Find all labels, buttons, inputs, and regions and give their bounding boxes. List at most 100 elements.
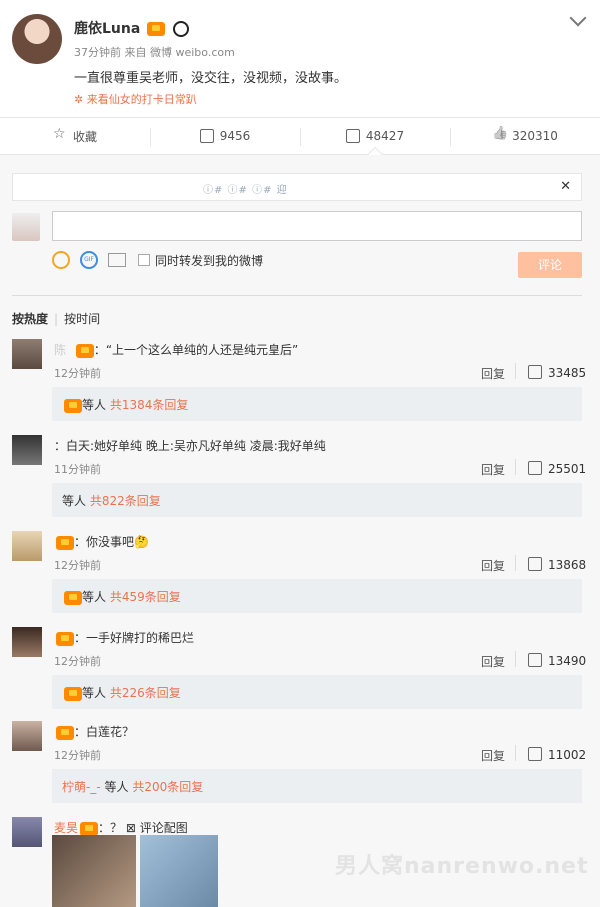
post-text: 一直很尊重吴老师，没交往，没视频，没故事。 [74, 71, 348, 86]
sub-reply-count[interactable]: 共1384条回复 [110, 398, 189, 412]
forward-label: 同时转发到我的微博 [155, 253, 264, 268]
comment-like-button[interactable]: 13490 [528, 653, 586, 668]
vip-crown-icon [64, 590, 82, 605]
composer-tools: GIF 同时转发到我的微博 [52, 251, 263, 269]
commenter-avatar[interactable] [12, 435, 42, 465]
sort-by-hot[interactable]: 按热度 [12, 312, 48, 326]
commenter-avatar[interactable] [12, 721, 42, 751]
post-meta: 37分钟前 来自 微博 weibo.com [74, 46, 235, 59]
vip-crown-icon [56, 725, 74, 740]
weibo-post: 鹿依Luna 37分钟前 来自 微博 weibo.com 一直很尊重吴老师，没交… [0, 0, 600, 117]
share-count: 9456 [219, 129, 251, 143]
like-count: 320310 [512, 129, 558, 143]
commenter-avatar[interactable] [12, 627, 42, 657]
comment-like-button[interactable]: 11002 [528, 747, 586, 762]
comment-input[interactable] [52, 211, 582, 241]
comment-content: ：一手好牌打的稀巴烂 [54, 629, 194, 646]
sub-reply-count[interactable]: 共459条回复 [110, 590, 181, 604]
vip-crown-icon [56, 631, 74, 646]
share-button[interactable]: 9456 [150, 118, 300, 154]
commenter-name[interactable]: 麦昊 [54, 821, 78, 835]
sub-replies[interactable]: 等人 共459条回复 [52, 579, 582, 613]
author-name[interactable]: 鹿依Luna [74, 18, 190, 38]
watermark: 男人窝nanrenwo.net [335, 854, 589, 879]
submit-comment-button[interactable]: 评论 [518, 252, 582, 278]
comment-time: 12分钟前 [54, 367, 101, 380]
my-avatar [12, 213, 40, 241]
emoji-icon[interactable] [52, 251, 70, 269]
comment-text: ：？ ⊠ 评论配图 [98, 821, 188, 835]
reply-button[interactable]: 回复 [481, 461, 505, 478]
comment-count: 48427 [365, 129, 405, 143]
sub-reply-text: 等人 [82, 686, 107, 700]
sub-replies[interactable]: 等人 共226条回复 [52, 675, 582, 709]
comment-content: ：白莲花？ [54, 723, 134, 740]
commenter-name[interactable]: 陈 [54, 343, 74, 357]
vip-crown-icon [56, 535, 74, 550]
post-topic-link[interactable]: ✲ 来看仙女的打卡日常趴 [74, 91, 197, 107]
reply-button[interactable]: 回复 [481, 557, 505, 574]
comment-time: 12分钟前 [54, 749, 101, 762]
comment-text: ：白莲花？ [74, 725, 135, 739]
close-icon[interactable]: ✕ [560, 179, 571, 194]
sub-reply-text: 等人 [82, 398, 107, 412]
author-name-text[interactable]: 鹿依Luna [74, 21, 140, 37]
vip-crown-icon [64, 398, 82, 413]
sub-reply-count[interactable]: 共200条回复 [132, 780, 203, 794]
commenter-avatar[interactable] [12, 817, 42, 847]
comment-image[interactable] [52, 835, 136, 907]
gif-icon[interactable]: GIF [80, 251, 98, 269]
comment-text: ：一手好牌打的稀巴烂 [74, 631, 195, 645]
sort-by-time[interactable]: 按时间 [64, 312, 100, 326]
comment-time: 12分钟前 [54, 559, 101, 572]
vip-crown-icon [64, 686, 82, 701]
vip-crown-icon [80, 821, 99, 836]
notice-text: ⓘ# ⓘ# ⓘ# 迎 [203, 185, 288, 196]
image-icon[interactable] [108, 253, 126, 267]
sub-replies[interactable]: 等人 共822条回复 [52, 483, 582, 517]
comment-text: ：“上一个这么单纯的人还是纯元皇后” [93, 343, 299, 357]
comment-like-button[interactable]: 33485 [528, 365, 586, 380]
sub-reply-text: 等人 [82, 590, 107, 604]
sub-reply-count[interactable]: 共226条回复 [110, 686, 181, 700]
comment-like-button[interactable]: 25501 [528, 461, 586, 476]
share-icon [199, 129, 214, 143]
comment-section: ⓘ# ⓘ# ⓘ# 迎 ✕ GIF 同时转发到我的微博 评论 按热度 | 按时间 陈 … [0, 155, 600, 907]
comment-content: ：白天:她好单纯 晚上:吴亦凡好单纯 凌晨:我好单纯 [54, 437, 326, 454]
comment-content: 麦昊 ：？ ⊠ 评论配图 [54, 819, 188, 836]
comment-time: 12分钟前 [54, 655, 101, 668]
sub-reply-names[interactable]: 柠萌-_- [62, 780, 101, 794]
comment-button[interactable]: 48427 [300, 118, 450, 154]
sub-reply-text: 等人 [104, 780, 129, 794]
comment-images[interactable] [52, 835, 218, 907]
favorite-label: 收藏 [72, 129, 97, 144]
comment-content: 陈 ：“上一个这么单纯的人还是纯元皇后” [54, 341, 298, 358]
comment-text: ：白天:她好单纯 晚上:吴亦凡好单纯 凌晨:我好单纯 [54, 439, 326, 453]
reply-button[interactable]: 回复 [481, 365, 505, 382]
favorite-button[interactable]: 收藏 [0, 118, 150, 154]
post-actions: 收藏 9456 48427 320310 [0, 117, 600, 155]
chevron-down-icon[interactable] [569, 9, 587, 27]
sub-reply-count[interactable]: 共822条回复 [90, 494, 161, 508]
star-icon [53, 126, 67, 143]
reply-button[interactable]: 回复 [481, 747, 505, 764]
reply-button[interactable]: 回复 [481, 653, 505, 670]
comment-content: ：你没事吧🤔 [54, 533, 149, 550]
thumbs-up-icon [492, 129, 506, 143]
commenter-avatar[interactable] [12, 339, 42, 369]
author-avatar[interactable] [12, 14, 62, 64]
sub-replies[interactable]: 柠萌-_- 等人 共200条回复 [52, 769, 582, 803]
sub-replies[interactable]: 等人 共1384条回复 [52, 387, 582, 421]
comment-icon [345, 129, 360, 143]
comment-text: ：你没事吧🤔 [74, 535, 149, 549]
commenter-avatar[interactable] [12, 531, 42, 561]
comment-image[interactable] [140, 835, 218, 907]
forward-checkbox[interactable] [138, 254, 150, 266]
sort-tabs: 按热度 | 按时间 [12, 312, 101, 326]
divider [12, 295, 582, 296]
like-button[interactable]: 320310 [450, 118, 600, 154]
comment-like-button[interactable]: 13868 [528, 557, 586, 572]
panda-icon [173, 21, 190, 37]
notice-banner: ⓘ# ⓘ# ⓘ# 迎 ✕ [12, 173, 582, 201]
vip-crown-icon [75, 343, 94, 358]
